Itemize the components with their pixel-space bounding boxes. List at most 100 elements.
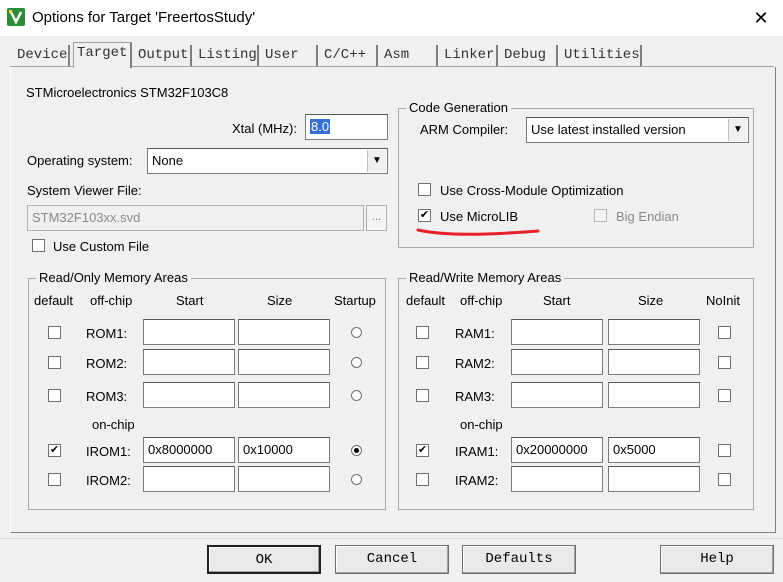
custom-file-checkbox[interactable]	[32, 239, 45, 252]
ram-size-input[interactable]	[608, 382, 700, 408]
ram-header-size: Size	[638, 293, 664, 308]
rom-startup-radio[interactable]	[351, 357, 362, 368]
microlib-checkbox[interactable]: ✔	[418, 209, 431, 222]
rom-row-label: IROM2:	[86, 473, 131, 488]
xtal-label: Xtal (MHz):	[232, 121, 297, 136]
chevron-down-icon[interactable]: ▼	[367, 150, 386, 172]
ram-start-input[interactable]: 0x20000000	[511, 437, 603, 463]
ram-start-input[interactable]	[511, 466, 603, 492]
ram-noinit-checkbox[interactable]	[718, 389, 731, 402]
defaults-button[interactable]: Defaults	[462, 545, 576, 574]
microlib-label: Use MicroLIB	[440, 209, 519, 224]
ram-row-label: IRAM2:	[455, 473, 499, 488]
rom-size-input[interactable]	[238, 466, 330, 492]
chevron-down-icon[interactable]: ▼	[728, 119, 747, 141]
svd-label: System Viewer File:	[27, 183, 142, 198]
rom-header-size: Size	[267, 293, 293, 308]
ram-header-offchip: off-chip	[460, 293, 503, 308]
rom-row-label: IROM1:	[86, 444, 131, 459]
tab-linker[interactable]: Linker	[441, 45, 498, 66]
ram-header-noinit: NoInit	[706, 293, 740, 308]
tab-listing[interactable]: Listing	[195, 45, 259, 66]
cancel-button[interactable]: Cancel	[335, 545, 449, 574]
rom-size-input[interactable]: 0x10000	[238, 437, 330, 463]
rom-default-checkbox[interactable]	[48, 389, 61, 402]
rom-start-input[interactable]	[143, 466, 235, 492]
tab-device[interactable]: Device	[14, 45, 70, 66]
ram-header-start: Start	[543, 293, 571, 308]
ram-noinit-checkbox[interactable]	[718, 326, 731, 339]
ram-start-input[interactable]	[511, 319, 603, 345]
ram-row-label: RAM3:	[455, 389, 495, 404]
ram-noinit-checkbox[interactable]	[718, 444, 731, 457]
os-label: Operating system:	[27, 153, 133, 168]
rom-size-input[interactable]	[238, 382, 330, 408]
help-button[interactable]: Help	[660, 545, 774, 574]
ram-default-checkbox[interactable]	[416, 326, 429, 339]
tab-utilities[interactable]: Utilities	[561, 45, 642, 66]
rom-size-input[interactable]	[238, 319, 330, 345]
tab-asm[interactable]: Asm	[381, 45, 438, 66]
red-annotation-underline	[416, 228, 540, 236]
rom-startup-radio[interactable]	[351, 445, 362, 456]
rom-start-input[interactable]	[143, 382, 235, 408]
tab-c-c-[interactable]: C/C++	[321, 45, 378, 66]
ram-start-input[interactable]	[511, 349, 603, 375]
code-generation-title: Code Generation	[406, 100, 512, 115]
rom-default-checkbox[interactable]: ✔	[48, 444, 61, 457]
bottom-separator	[0, 538, 783, 539]
rom-group-title: Read/Only Memory Areas	[36, 270, 191, 285]
keil-app-icon	[7, 8, 25, 26]
close-icon[interactable]: ✕	[748, 5, 774, 31]
rom-start-input[interactable]: 0x8000000	[143, 437, 235, 463]
rom-startup-radio[interactable]	[351, 390, 362, 401]
tab-user[interactable]: User	[262, 45, 318, 66]
ram-group-title: Read/Write Memory Areas	[406, 270, 565, 285]
ram-default-checkbox[interactable]: ✔	[416, 444, 429, 457]
ram-size-input[interactable]: 0x5000	[608, 437, 700, 463]
big-endian-checkbox	[594, 209, 607, 222]
rom-startup-radio[interactable]	[351, 474, 362, 485]
svd-input: STM32F103xx.svd	[27, 205, 364, 231]
ram-size-input[interactable]	[608, 349, 700, 375]
rom-startup-radio[interactable]	[351, 327, 362, 338]
svd-browse-button: ...	[366, 205, 387, 231]
tab-debug[interactable]: Debug	[501, 45, 558, 66]
ram-default-checkbox[interactable]	[416, 356, 429, 369]
rom-default-checkbox[interactable]	[48, 473, 61, 486]
ram-size-input[interactable]	[608, 319, 700, 345]
ram-noinit-checkbox[interactable]	[718, 473, 731, 486]
rom-row-label: ROM3:	[86, 389, 128, 404]
ram-header-default: default	[406, 293, 446, 308]
rom-row-label: ROM1:	[86, 326, 128, 341]
rom-header-offchip: off-chip	[90, 293, 133, 308]
cross-module-label: Use Cross-Module Optimization	[440, 183, 624, 198]
rom-default-checkbox[interactable]	[48, 326, 61, 339]
rom-header-startup: Startup	[334, 293, 376, 308]
rom-default-checkbox[interactable]	[48, 356, 61, 369]
rom-header-start: Start	[176, 293, 204, 308]
xtal-input[interactable]: 8.0	[305, 114, 388, 140]
rom-start-input[interactable]	[143, 349, 235, 375]
rom-row-label: ROM2:	[86, 356, 128, 371]
os-select[interactable]: None ▼	[147, 148, 388, 174]
rom-size-input[interactable]	[238, 349, 330, 375]
arm-compiler-select[interactable]: Use latest installed version ▼	[526, 117, 749, 143]
rom-onchip-label: on-chip	[92, 417, 135, 432]
ok-button[interactable]: OK	[207, 545, 321, 574]
arm-compiler-label: ARM Compiler:	[420, 122, 509, 137]
rom-header-default: default	[34, 293, 74, 308]
tab-output[interactable]: Output	[135, 45, 192, 66]
big-endian-label: Big Endian	[616, 209, 679, 224]
ram-onchip-label: on-chip	[460, 417, 503, 432]
ram-start-input[interactable]	[511, 382, 603, 408]
ram-noinit-checkbox[interactable]	[718, 356, 731, 369]
tab-target[interactable]: Target	[73, 42, 132, 68]
rom-start-input[interactable]	[143, 319, 235, 345]
window-title: Options for Target 'FreertosStudy'	[32, 9, 256, 26]
ram-default-checkbox[interactable]	[416, 473, 429, 486]
ram-default-checkbox[interactable]	[416, 389, 429, 402]
ram-row-label: IRAM1:	[455, 444, 499, 459]
ram-size-input[interactable]	[608, 466, 700, 492]
cross-module-checkbox[interactable]	[418, 183, 431, 196]
